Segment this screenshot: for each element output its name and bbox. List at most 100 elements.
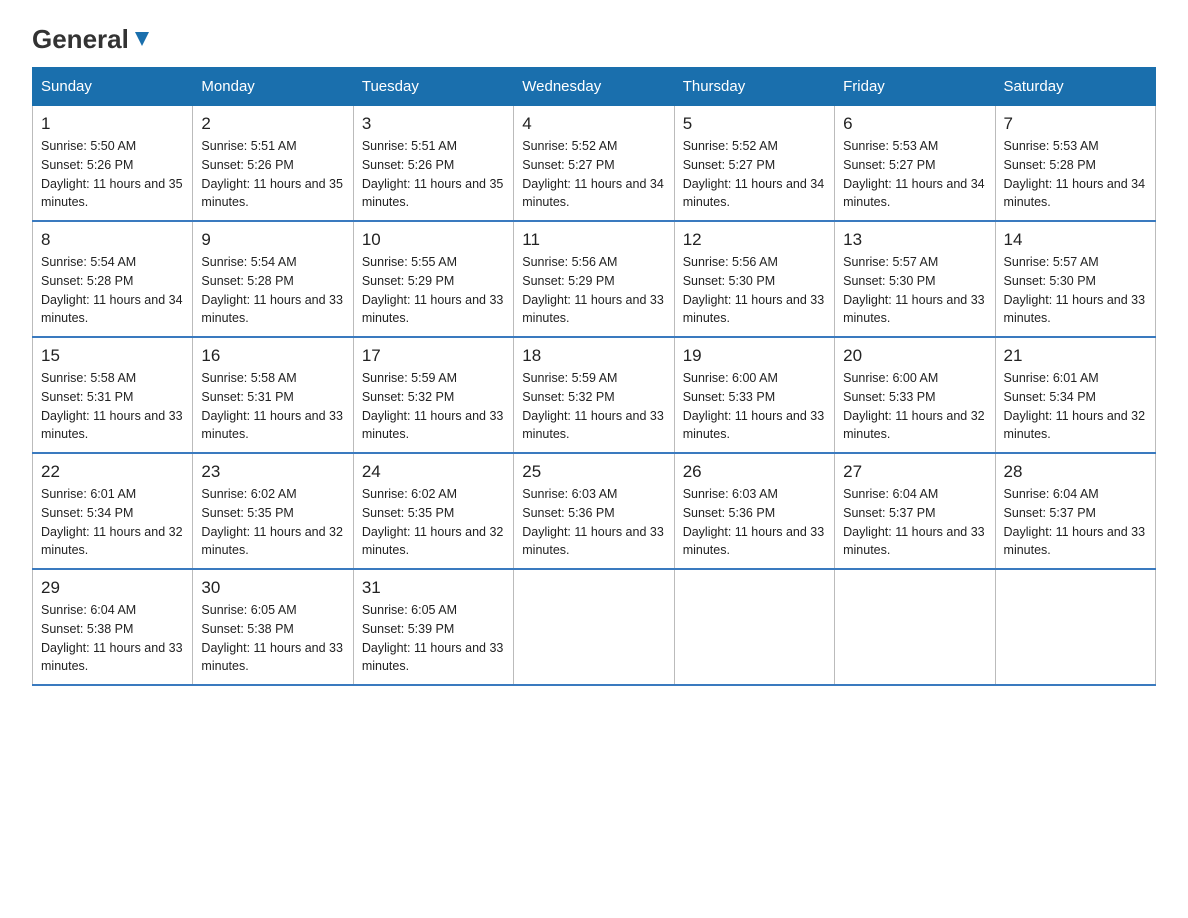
logo-triangle-icon (131, 28, 153, 50)
calendar-cell: 13 Sunrise: 5:57 AMSunset: 5:30 PMDaylig… (835, 221, 995, 337)
calendar-cell: 9 Sunrise: 5:54 AMSunset: 5:28 PMDayligh… (193, 221, 353, 337)
calendar-cell: 1 Sunrise: 5:50 AMSunset: 5:26 PMDayligh… (33, 106, 193, 222)
calendar-cell: 20 Sunrise: 6:00 AMSunset: 5:33 PMDaylig… (835, 337, 995, 453)
day-number: 7 (1004, 114, 1147, 134)
calendar-cell: 14 Sunrise: 5:57 AMSunset: 5:30 PMDaylig… (995, 221, 1155, 337)
day-number: 21 (1004, 346, 1147, 366)
day-info: Sunrise: 5:57 AMSunset: 5:30 PMDaylight:… (843, 255, 985, 325)
day-number: 4 (522, 114, 665, 134)
col-header-friday: Friday (835, 68, 995, 106)
calendar-week-3: 15 Sunrise: 5:58 AMSunset: 5:31 PMDaylig… (33, 337, 1156, 453)
day-number: 11 (522, 230, 665, 250)
calendar-cell: 3 Sunrise: 5:51 AMSunset: 5:26 PMDayligh… (353, 106, 513, 222)
calendar-cell: 31 Sunrise: 6:05 AMSunset: 5:39 PMDaylig… (353, 569, 513, 685)
calendar-cell: 22 Sunrise: 6:01 AMSunset: 5:34 PMDaylig… (33, 453, 193, 569)
col-header-sunday: Sunday (33, 68, 193, 106)
day-number: 1 (41, 114, 184, 134)
calendar-cell: 18 Sunrise: 5:59 AMSunset: 5:32 PMDaylig… (514, 337, 674, 453)
calendar-cell: 15 Sunrise: 5:58 AMSunset: 5:31 PMDaylig… (33, 337, 193, 453)
calendar-cell: 5 Sunrise: 5:52 AMSunset: 5:27 PMDayligh… (674, 106, 834, 222)
day-number: 24 (362, 462, 505, 482)
calendar-cell: 11 Sunrise: 5:56 AMSunset: 5:29 PMDaylig… (514, 221, 674, 337)
day-info: Sunrise: 6:05 AMSunset: 5:38 PMDaylight:… (201, 603, 343, 673)
col-header-monday: Monday (193, 68, 353, 106)
day-number: 16 (201, 346, 344, 366)
col-header-tuesday: Tuesday (353, 68, 513, 106)
day-info: Sunrise: 5:57 AMSunset: 5:30 PMDaylight:… (1004, 255, 1146, 325)
day-number: 5 (683, 114, 826, 134)
day-number: 2 (201, 114, 344, 134)
day-info: Sunrise: 5:55 AMSunset: 5:29 PMDaylight:… (362, 255, 504, 325)
day-number: 27 (843, 462, 986, 482)
calendar-cell: 16 Sunrise: 5:58 AMSunset: 5:31 PMDaylig… (193, 337, 353, 453)
day-number: 31 (362, 578, 505, 598)
logo: General (32, 24, 153, 51)
day-info: Sunrise: 6:04 AMSunset: 5:37 PMDaylight:… (843, 487, 985, 557)
day-info: Sunrise: 5:50 AMSunset: 5:26 PMDaylight:… (41, 139, 183, 209)
day-info: Sunrise: 5:52 AMSunset: 5:27 PMDaylight:… (522, 139, 664, 209)
calendar-cell: 26 Sunrise: 6:03 AMSunset: 5:36 PMDaylig… (674, 453, 834, 569)
day-info: Sunrise: 6:00 AMSunset: 5:33 PMDaylight:… (683, 371, 825, 441)
day-number: 8 (41, 230, 184, 250)
day-info: Sunrise: 5:52 AMSunset: 5:27 PMDaylight:… (683, 139, 825, 209)
page-header: General (32, 24, 1156, 51)
day-info: Sunrise: 6:02 AMSunset: 5:35 PMDaylight:… (201, 487, 343, 557)
day-number: 25 (522, 462, 665, 482)
col-header-thursday: Thursday (674, 68, 834, 106)
day-info: Sunrise: 5:56 AMSunset: 5:30 PMDaylight:… (683, 255, 825, 325)
day-info: Sunrise: 5:58 AMSunset: 5:31 PMDaylight:… (201, 371, 343, 441)
day-number: 3 (362, 114, 505, 134)
calendar-cell: 27 Sunrise: 6:04 AMSunset: 5:37 PMDaylig… (835, 453, 995, 569)
day-info: Sunrise: 5:56 AMSunset: 5:29 PMDaylight:… (522, 255, 664, 325)
calendar-cell: 19 Sunrise: 6:00 AMSunset: 5:33 PMDaylig… (674, 337, 834, 453)
calendar-cell: 7 Sunrise: 5:53 AMSunset: 5:28 PMDayligh… (995, 106, 1155, 222)
day-number: 13 (843, 230, 986, 250)
calendar-cell: 21 Sunrise: 6:01 AMSunset: 5:34 PMDaylig… (995, 337, 1155, 453)
calendar-week-4: 22 Sunrise: 6:01 AMSunset: 5:34 PMDaylig… (33, 453, 1156, 569)
calendar-cell: 6 Sunrise: 5:53 AMSunset: 5:27 PMDayligh… (835, 106, 995, 222)
calendar-cell: 25 Sunrise: 6:03 AMSunset: 5:36 PMDaylig… (514, 453, 674, 569)
day-info: Sunrise: 6:04 AMSunset: 5:37 PMDaylight:… (1004, 487, 1146, 557)
calendar-cell: 30 Sunrise: 6:05 AMSunset: 5:38 PMDaylig… (193, 569, 353, 685)
day-number: 23 (201, 462, 344, 482)
day-info: Sunrise: 5:59 AMSunset: 5:32 PMDaylight:… (362, 371, 504, 441)
day-info: Sunrise: 6:04 AMSunset: 5:38 PMDaylight:… (41, 603, 183, 673)
calendar-cell: 8 Sunrise: 5:54 AMSunset: 5:28 PMDayligh… (33, 221, 193, 337)
day-info: Sunrise: 6:03 AMSunset: 5:36 PMDaylight:… (522, 487, 664, 557)
day-info: Sunrise: 6:05 AMSunset: 5:39 PMDaylight:… (362, 603, 504, 673)
day-info: Sunrise: 6:03 AMSunset: 5:36 PMDaylight:… (683, 487, 825, 557)
calendar-cell (674, 569, 834, 685)
day-number: 17 (362, 346, 505, 366)
day-number: 28 (1004, 462, 1147, 482)
calendar-cell (514, 569, 674, 685)
calendar-week-1: 1 Sunrise: 5:50 AMSunset: 5:26 PMDayligh… (33, 106, 1156, 222)
col-header-wednesday: Wednesday (514, 68, 674, 106)
day-number: 12 (683, 230, 826, 250)
calendar-cell (995, 569, 1155, 685)
day-number: 22 (41, 462, 184, 482)
calendar-cell (835, 569, 995, 685)
day-number: 9 (201, 230, 344, 250)
day-number: 30 (201, 578, 344, 598)
day-info: Sunrise: 5:51 AMSunset: 5:26 PMDaylight:… (362, 139, 504, 209)
calendar-cell: 4 Sunrise: 5:52 AMSunset: 5:27 PMDayligh… (514, 106, 674, 222)
day-info: Sunrise: 6:01 AMSunset: 5:34 PMDaylight:… (41, 487, 183, 557)
calendar-cell: 29 Sunrise: 6:04 AMSunset: 5:38 PMDaylig… (33, 569, 193, 685)
calendar-cell: 23 Sunrise: 6:02 AMSunset: 5:35 PMDaylig… (193, 453, 353, 569)
day-number: 19 (683, 346, 826, 366)
day-info: Sunrise: 5:53 AMSunset: 5:27 PMDaylight:… (843, 139, 985, 209)
day-number: 6 (843, 114, 986, 134)
day-number: 29 (41, 578, 184, 598)
calendar-cell: 2 Sunrise: 5:51 AMSunset: 5:26 PMDayligh… (193, 106, 353, 222)
calendar-table: SundayMondayTuesdayWednesdayThursdayFrid… (32, 67, 1156, 686)
day-info: Sunrise: 5:59 AMSunset: 5:32 PMDaylight:… (522, 371, 664, 441)
day-info: Sunrise: 5:58 AMSunset: 5:31 PMDaylight:… (41, 371, 183, 441)
calendar-cell: 17 Sunrise: 5:59 AMSunset: 5:32 PMDaylig… (353, 337, 513, 453)
day-number: 20 (843, 346, 986, 366)
day-info: Sunrise: 6:01 AMSunset: 5:34 PMDaylight:… (1004, 371, 1146, 441)
day-number: 10 (362, 230, 505, 250)
col-header-saturday: Saturday (995, 68, 1155, 106)
day-number: 14 (1004, 230, 1147, 250)
day-info: Sunrise: 5:51 AMSunset: 5:26 PMDaylight:… (201, 139, 343, 209)
calendar-week-2: 8 Sunrise: 5:54 AMSunset: 5:28 PMDayligh… (33, 221, 1156, 337)
